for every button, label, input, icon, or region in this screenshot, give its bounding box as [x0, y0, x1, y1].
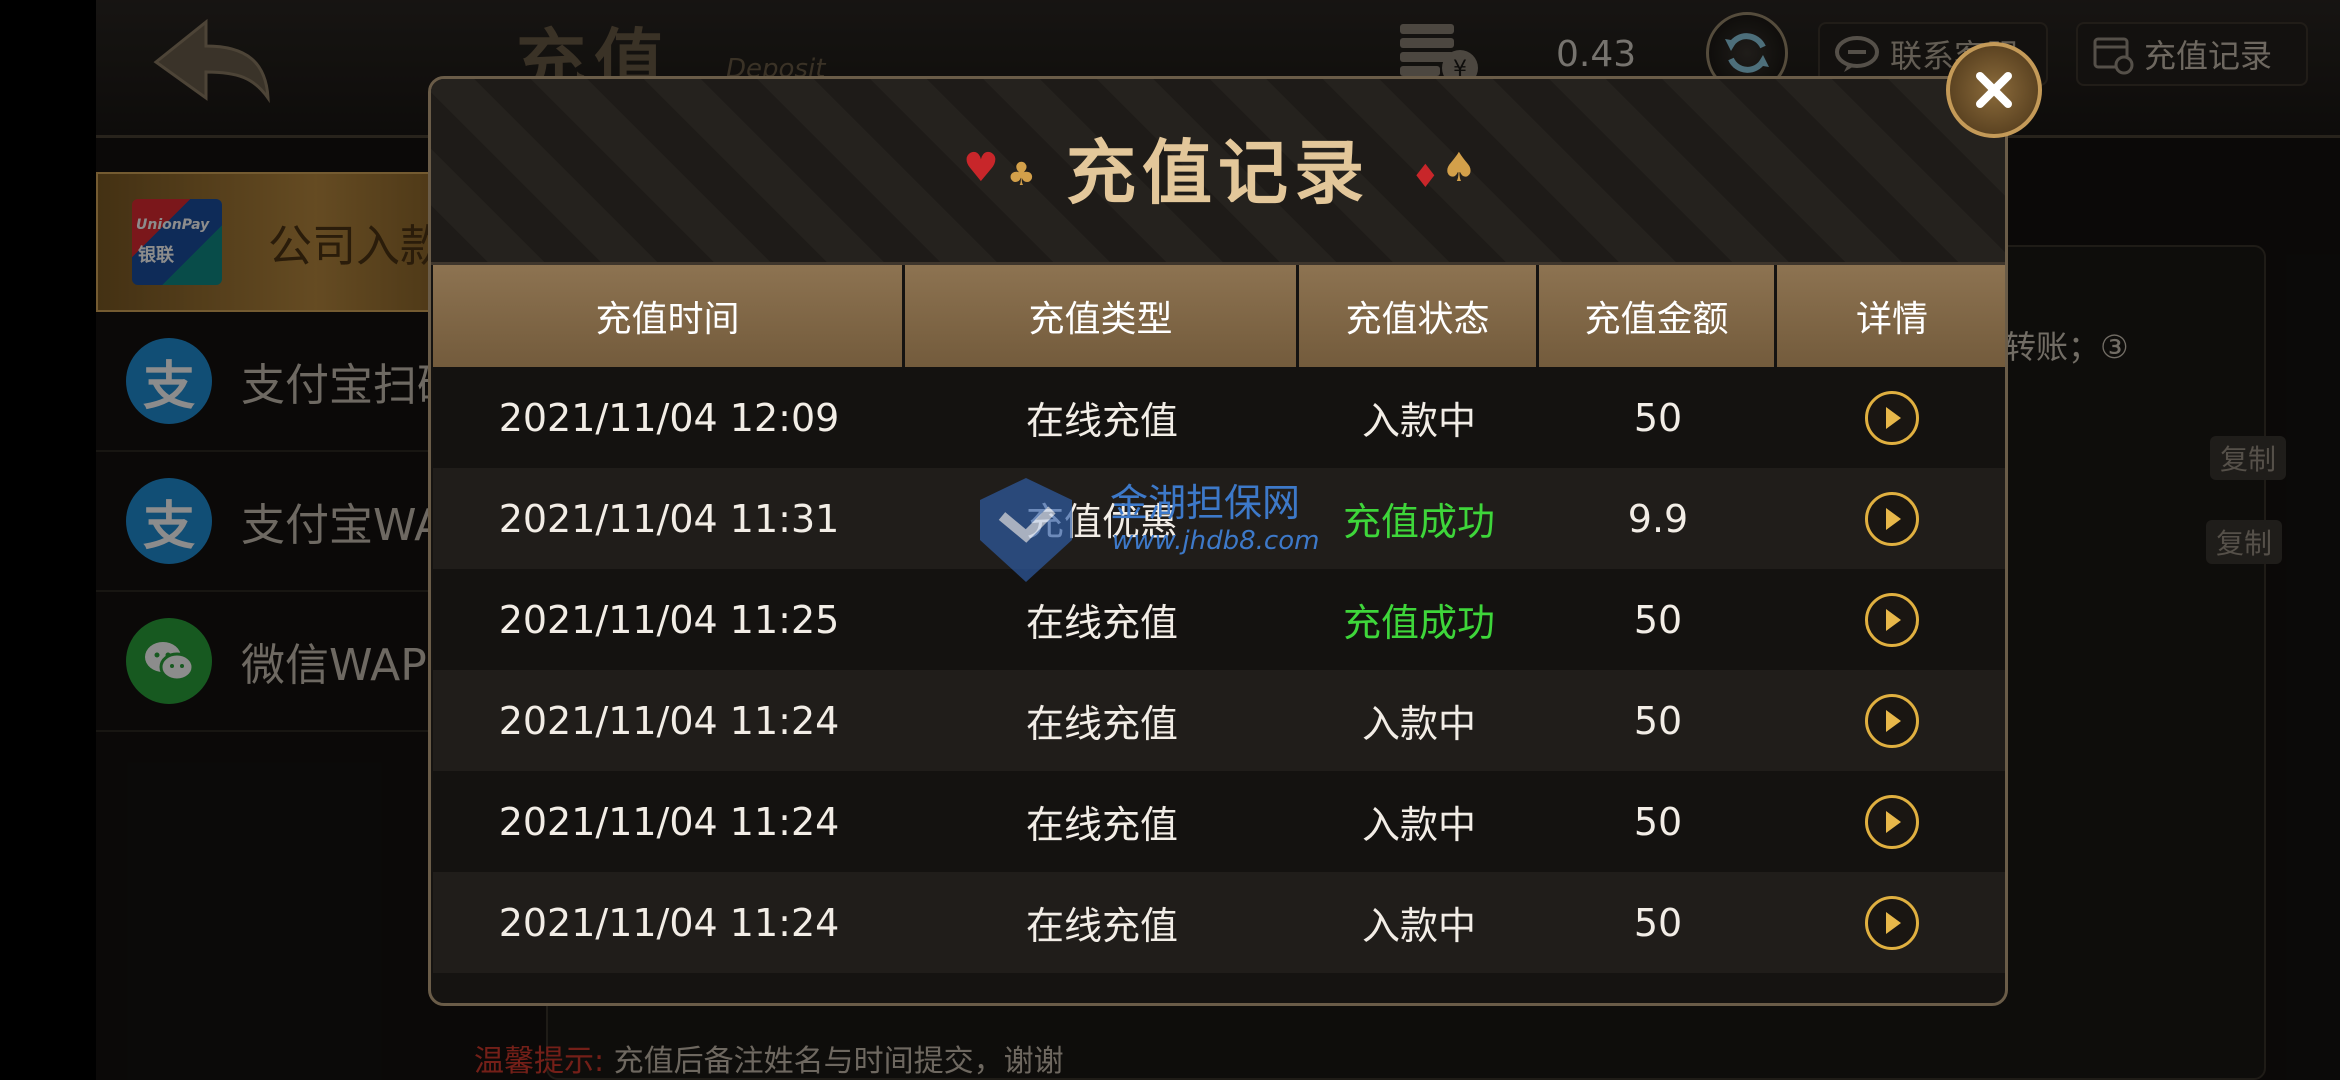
row-details-cell	[1777, 569, 2005, 670]
row-time: 2021/11/04 11:25	[498, 597, 840, 642]
spade-icon: ♠	[1441, 145, 1477, 191]
chevron-right-icon	[1886, 911, 1901, 934]
details-button[interactable]	[1865, 390, 1919, 445]
table-row: 2021/11/04 11:24 在线充值 入款中 50	[433, 771, 2005, 872]
details-button[interactable]	[1865, 592, 1919, 647]
row-status: 入款中	[1361, 399, 1476, 443]
chevron-right-icon	[1886, 608, 1901, 631]
row-time: 2021/11/04 11:24	[498, 799, 840, 844]
row-type: 在线充值	[1025, 399, 1178, 443]
watermark-text: 金湖担保网	[1110, 481, 1301, 525]
chevron-right-icon	[1886, 406, 1901, 429]
chevron-right-icon	[1886, 507, 1901, 530]
chevron-right-icon	[1886, 810, 1901, 833]
row-details-cell	[1777, 771, 2005, 872]
chevron-right-icon	[1886, 709, 1901, 732]
watermark-url: www.jhdb8.com	[1112, 526, 1320, 556]
row-type: 在线充值	[1025, 904, 1178, 948]
row-amount: 50	[1633, 799, 1683, 844]
row-status: 入款中	[1361, 904, 1476, 948]
row-amount: 50	[1633, 698, 1683, 743]
row-details-cell	[1777, 670, 2005, 771]
row-amount: 50	[1633, 597, 1683, 642]
row-amount: 50	[1633, 395, 1683, 440]
row-time: 2021/11/04 12:09	[498, 395, 840, 440]
table-body: 2021/11/04 12:09 在线充值 入款中 50 2021/11/04 11:3…	[433, 367, 2005, 973]
column-header-type: 充值类型	[905, 265, 1299, 367]
row-amount: 50	[1633, 900, 1683, 945]
row-time: 2021/11/04 11:24	[498, 698, 840, 743]
row-type: 在线充值	[1025, 702, 1178, 746]
row-details-cell	[1777, 468, 2005, 569]
row-time: 2021/11/04 11:24	[498, 900, 840, 945]
records-table: 充值时间 充值类型 充值状态 充值金额 详情 2021/11/04 12:09 在…	[433, 265, 2005, 973]
column-header-amount: 充值金额	[1539, 265, 1777, 367]
table-row: 2021/11/04 12:09 在线充值 入款中 50	[433, 367, 2005, 468]
row-type: 在线充值	[1025, 803, 1178, 847]
table-row: 2021/11/04 11:24 在线充值 入款中 50	[433, 872, 2005, 973]
column-header-details: 详情	[1777, 265, 2005, 367]
table-row: 2021/11/04 11:24 在线充值 入款中 50	[433, 670, 2005, 771]
row-time: 2021/11/04 11:31	[498, 496, 840, 541]
modal-header: ♥ ♣ 充值记录 ♦ ♠	[431, 79, 2005, 265]
row-status: 入款中	[1361, 702, 1476, 746]
close-button[interactable]	[1946, 42, 2042, 138]
column-header-status: 充值状态	[1299, 265, 1539, 367]
column-header-time: 充值时间	[433, 265, 905, 367]
row-amount: 9.9	[1627, 496, 1689, 541]
details-button[interactable]	[1865, 693, 1919, 748]
row-details-cell	[1777, 367, 2005, 468]
row-details-cell	[1777, 872, 2005, 973]
close-icon	[1976, 72, 2012, 108]
details-button[interactable]	[1865, 895, 1919, 950]
details-button[interactable]	[1865, 794, 1919, 849]
details-button[interactable]	[1865, 491, 1919, 546]
row-status: 入款中	[1361, 803, 1476, 847]
diamond-icon: ♦	[1411, 157, 1440, 195]
modal-title: 充值记录	[1066, 132, 1370, 214]
table-header: 充值时间 充值类型 充值状态 充值金额 详情	[433, 265, 2005, 367]
